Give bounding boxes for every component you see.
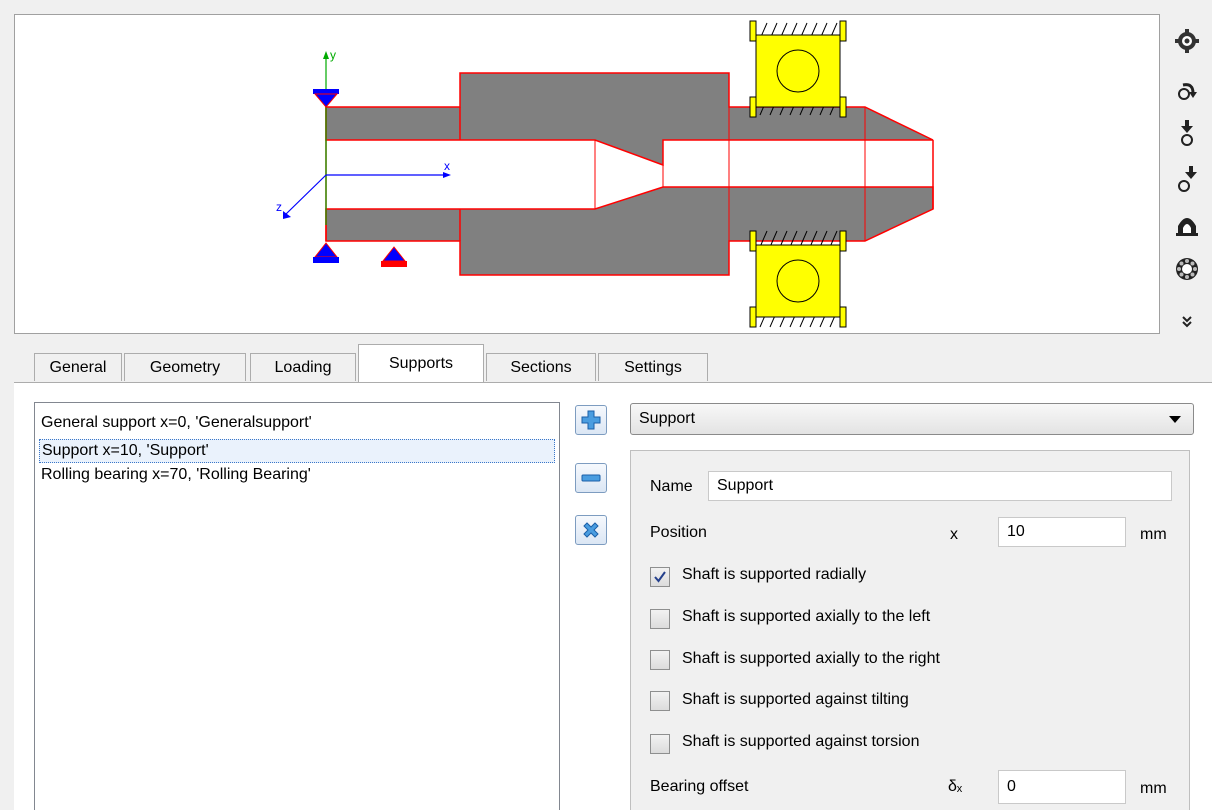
add-button[interactable] [575, 405, 607, 435]
gear-icon[interactable] [1172, 26, 1202, 56]
bearing-offset-unit: mm [1140, 780, 1167, 797]
support-symbol [381, 246, 407, 267]
remove-button[interactable] [575, 463, 607, 493]
tab-supports[interactable]: Supports [358, 344, 484, 382]
force-diagonal-icon[interactable] [1172, 164, 1202, 194]
tilting-checkbox[interactable] [650, 691, 670, 711]
bearing-offset-symbol: δₓ [948, 778, 963, 795]
tilting-label: Shaft is supported against tilting [682, 691, 909, 708]
position-label: Position [650, 524, 707, 541]
bearing-ring-icon[interactable] [1172, 254, 1202, 284]
checkmark-icon [654, 571, 666, 583]
delete-button[interactable] [575, 515, 607, 545]
radial-support-checkbox[interactable] [650, 567, 670, 587]
load-arrow-icon[interactable] [1172, 76, 1202, 106]
bearing-offset-label: Bearing offset [650, 778, 749, 795]
tab-loading[interactable]: Loading [250, 353, 356, 381]
tab-general[interactable]: General [34, 353, 122, 381]
supports-list[interactable]: General support x=0, 'Generalsupport' Su… [34, 402, 560, 810]
rolling-bearing-top [749, 20, 847, 118]
list-item[interactable]: Rolling bearing x=70, 'Rolling Bearing' [39, 463, 311, 487]
bearing-offset-field[interactable]: 0 [998, 770, 1126, 804]
tab-sections[interactable]: Sections [486, 353, 596, 381]
radial-support-label: Shaft is supported radially [682, 566, 867, 583]
axial-right-label: Shaft is supported axially to the right [682, 650, 940, 667]
list-item[interactable]: General support x=0, 'Generalsupport' [39, 411, 312, 435]
axial-left-checkbox[interactable] [650, 609, 670, 629]
chevron-down-icon [1169, 416, 1181, 423]
add-icon [581, 410, 601, 430]
x-axis-label: x [444, 159, 450, 173]
support-icon[interactable] [1172, 210, 1202, 240]
z-axis-label: z [276, 200, 282, 214]
list-item-selected[interactable]: Support x=10, 'Support' [39, 439, 555, 463]
tab-geometry[interactable]: Geometry [124, 353, 246, 381]
position-unit: mm [1140, 526, 1167, 543]
remove-icon [581, 474, 601, 482]
position-x-field[interactable]: 10 [998, 517, 1126, 547]
z-axis [284, 174, 327, 216]
y-axis-label: y [330, 48, 336, 62]
support-type-select[interactable]: Support [630, 403, 1194, 435]
expand-more-icon[interactable] [1172, 306, 1202, 336]
drawing-toolbar [1162, 14, 1212, 336]
axial-right-checkbox[interactable] [650, 650, 670, 670]
shaft-drawing-canvas[interactable]: y x z [14, 14, 1160, 334]
shaft-body-top [325, 72, 934, 167]
torsion-checkbox[interactable] [650, 734, 670, 754]
torsion-label: Shaft is supported against torsion [682, 733, 920, 750]
axial-left-label: Shaft is supported axially to the left [682, 608, 931, 625]
rolling-bearing-bottom [749, 230, 847, 328]
tab-settings[interactable]: Settings [598, 353, 708, 381]
delete-icon [583, 522, 599, 538]
support-type-value: Support [639, 410, 696, 427]
shaft-drawing: y x z [276, 20, 934, 328]
support-properties-group [630, 450, 1190, 810]
name-label: Name [650, 478, 693, 495]
position-symbol: x [950, 526, 958, 543]
force-down-icon[interactable] [1172, 118, 1202, 148]
name-field[interactable]: Support [708, 471, 1172, 501]
